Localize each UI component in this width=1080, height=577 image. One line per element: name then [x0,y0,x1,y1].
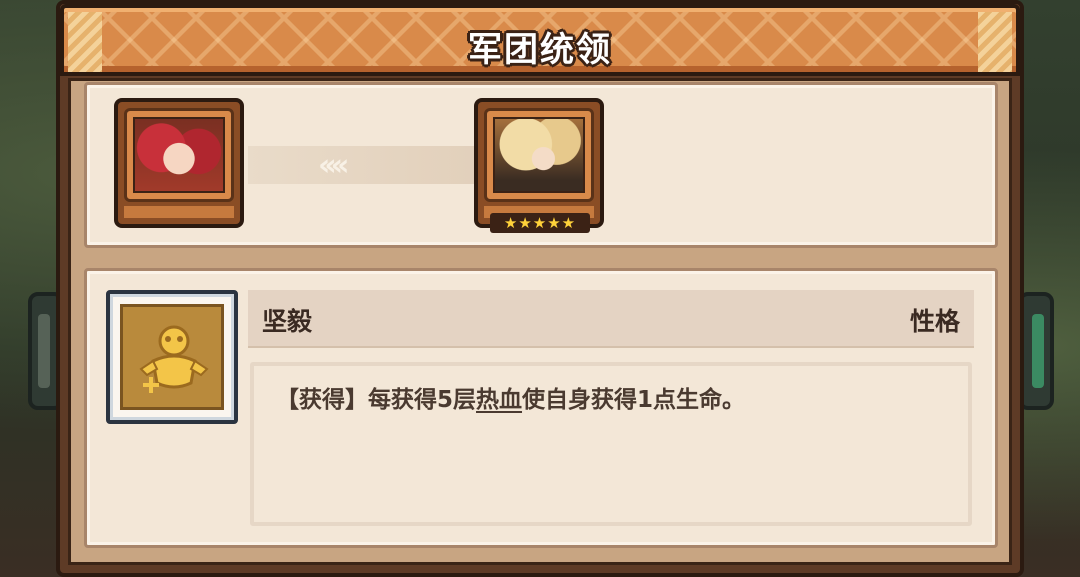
hero-portrait-right[interactable] [474,98,604,228]
keyword-link-rexue[interactable]: 热血 [476,387,522,413]
skill-type-label: 性格 [909,307,960,336]
panel-title: 军团统领 [468,30,612,70]
hero-art-blonde [493,117,585,193]
skill-name: 坚毅 [262,307,313,336]
hero-portrait-left[interactable] [114,98,244,228]
chevron-left-icon: ‹‹‹‹ [318,148,350,183]
golden-figure-icon [120,304,224,410]
hero-art-red-hair [133,117,225,193]
star-rating: ★★★★★ [490,213,590,233]
skill-icon-frame[interactable] [106,290,238,424]
skill-description: 【获得】每获得5层热血使自身获得1点生命。 [276,387,746,413]
transfer-arrow-band [248,146,478,184]
skill-description-box: 【获得】每获得5层热血使自身获得1点生命。 [250,362,972,526]
skill-header: 坚毅 性格 [248,290,974,348]
title-bar: 军团统领 [60,4,1020,76]
